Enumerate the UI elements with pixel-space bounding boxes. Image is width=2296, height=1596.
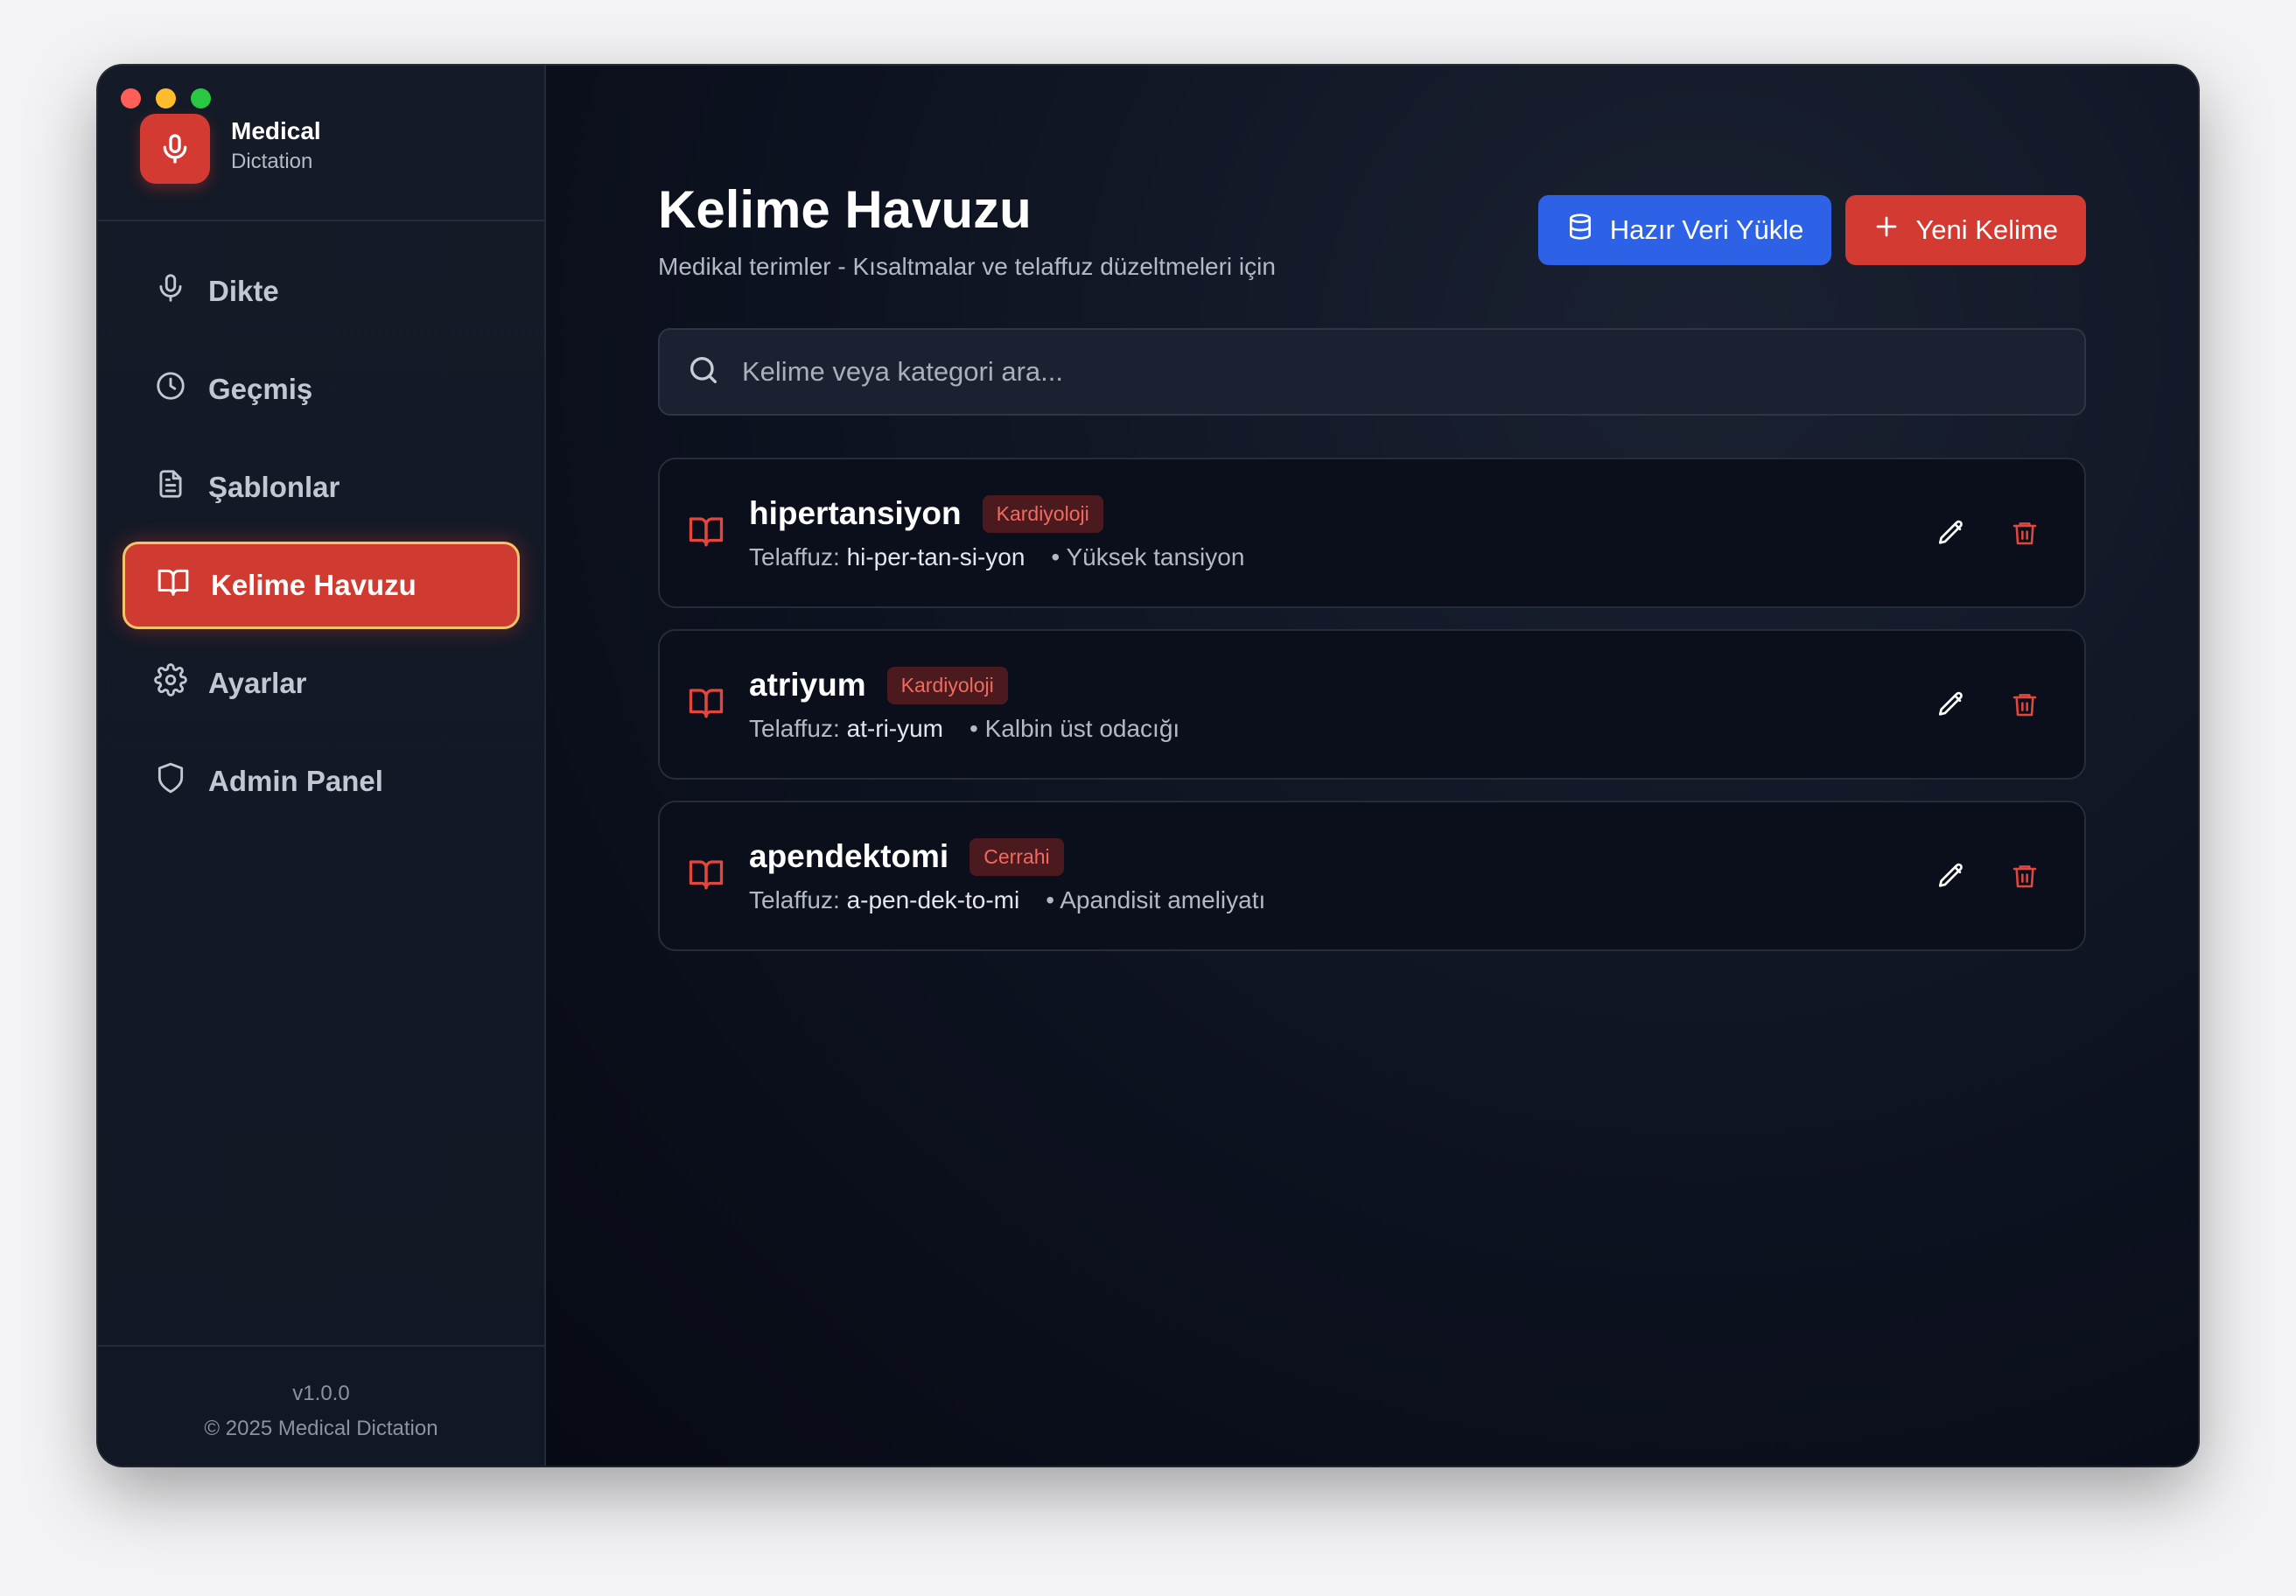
header-actions: Hazır Veri Yükle Yeni Kelime (1537, 195, 2086, 265)
book-open-icon (688, 856, 724, 897)
shield-icon (154, 761, 187, 802)
sidebar-footer: v1.0.0 © 2025 Medical Dictation (98, 1345, 544, 1466)
word-card: hipertansiyon Kardiyoloji Telaffuz: hi-p… (658, 458, 2086, 608)
pronunciation-label: Telaffuz: (749, 886, 840, 914)
word-meaning: • Kalbin üst odacığı (970, 714, 1180, 742)
word-actions (1934, 802, 2042, 949)
book-open-icon (688, 684, 724, 725)
word-card: apendektomi Cerrahi Telaffuz: a-pen-dek-… (658, 801, 2086, 951)
mic-logo-icon (140, 114, 210, 184)
sidebar-nav: Dikte Geçmiş Şablonlar Kelime Havuzu Aya… (98, 221, 544, 825)
search-input[interactable] (742, 356, 1967, 388)
word-term: hipertansiyon (749, 495, 962, 531)
sidebar-item-gecmis[interactable]: Geçmiş (122, 346, 520, 433)
search-icon (686, 353, 721, 392)
page-header: Kelime Havuzu Medikal terimler - Kısaltm… (658, 66, 2086, 328)
edit-icon[interactable] (1934, 687, 1969, 722)
word-pronunciation: hi-per-tan-si-yon (846, 542, 1026, 570)
new-word-button[interactable]: Yeni Kelime (1845, 195, 2086, 265)
app-window: Medical Dictation Dikte Geçmiş Şablonlar… (98, 66, 2198, 1466)
file-text-icon (154, 467, 187, 508)
maximize-window-button[interactable] (191, 88, 211, 108)
category-badge: Kardiyoloji (982, 494, 1103, 533)
edit-icon[interactable] (1934, 858, 1969, 893)
book-open-icon (157, 565, 190, 606)
trash-icon[interactable] (2007, 687, 2042, 722)
word-actions (1934, 459, 2042, 606)
sidebar: Medical Dictation Dikte Geçmiş Şablonlar… (98, 66, 546, 1466)
sidebar-item-dikte[interactable]: Dikte (122, 248, 520, 335)
copyright: © 2025 Medical Dictation (204, 1417, 438, 1440)
database-icon (1566, 213, 1594, 248)
edit-icon[interactable] (1934, 515, 1969, 550)
sidebar-item-label: Dikte (208, 275, 279, 307)
word-pronunciation: a-pen-dek-to-mi (846, 886, 1020, 914)
pronunciation-label: Telaffuz: (749, 714, 840, 742)
word-list: hipertansiyon Kardiyoloji Telaffuz: hi-p… (658, 458, 2086, 951)
new-word-label: Yeni Kelime (1915, 214, 2058, 245)
word-actions (1934, 631, 2042, 778)
word-card: atriyum Kardiyoloji Telaffuz: at-ri-yum … (658, 629, 2086, 780)
close-window-button[interactable] (121, 88, 141, 108)
window-controls (121, 88, 211, 108)
app-version: v1.0.0 (292, 1382, 350, 1405)
load-preset-data-label: Hazır Veri Yükle (1609, 214, 1804, 245)
search-bar (658, 328, 2086, 416)
word-term: apendektomi (749, 838, 949, 874)
pronunciation-label: Telaffuz: (749, 542, 840, 570)
sidebar-item-label: Şablonlar (208, 471, 340, 503)
word-term: atriyum (749, 667, 866, 703)
book-open-icon (688, 513, 724, 554)
app-subtitle: Dictation (231, 150, 313, 173)
main-content: Kelime Havuzu Medikal terimler - Kısaltm… (546, 66, 2198, 1466)
plus-icon (1873, 214, 1900, 247)
sidebar-item-label: Ayarlar (208, 667, 307, 699)
sidebar-item-label: Geçmiş (208, 373, 313, 405)
app-name: Medical (231, 117, 321, 144)
sidebar-item-kelime-havuzu[interactable]: Kelime Havuzu (122, 542, 520, 629)
sidebar-item-label: Kelime Havuzu (211, 569, 416, 601)
word-meaning: • Apandisit ameliyatı (1046, 886, 1266, 914)
sidebar-item-ayarlar[interactable]: Ayarlar (122, 640, 520, 727)
minimize-window-button[interactable] (156, 88, 176, 108)
clock-icon (154, 369, 187, 410)
sidebar-item-admin-panel[interactable]: Admin Panel (122, 738, 520, 825)
category-badge: Cerrahi (970, 837, 1064, 876)
trash-icon[interactable] (2007, 858, 2042, 893)
sidebar-item-label: Admin Panel (208, 765, 383, 797)
gear-icon (154, 663, 187, 704)
trash-icon[interactable] (2007, 515, 2042, 550)
word-pronunciation: at-ri-yum (846, 714, 944, 742)
load-preset-data-button[interactable]: Hazır Veri Yükle (1537, 195, 1832, 265)
sidebar-item-sablonlar[interactable]: Şablonlar (122, 444, 520, 531)
category-badge: Kardiyoloji (886, 666, 1008, 704)
word-meaning: • Yüksek tansiyon (1051, 542, 1245, 570)
mic-icon (154, 271, 187, 312)
